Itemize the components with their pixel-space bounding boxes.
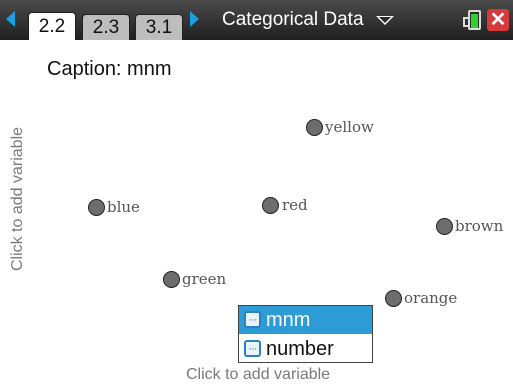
point-label: green <box>182 270 227 288</box>
point-marker[interactable] <box>385 290 402 307</box>
variable-option-label: number <box>266 338 334 360</box>
point-label: red <box>282 196 308 214</box>
top-tab-bar: 2.2 2.3 3.1 Categorical Data ✕ <box>0 0 513 40</box>
close-icon[interactable]: ✕ <box>487 9 509 31</box>
tab-2-2[interactable]: 2.2 <box>28 12 76 40</box>
chevron-down-icon[interactable] <box>376 16 394 25</box>
plot-caption: Caption: mnm <box>47 58 172 80</box>
point-marker[interactable] <box>436 218 453 235</box>
document-title[interactable]: Categorical Data <box>222 8 364 32</box>
x-axis-add-variable[interactable]: Click to add variable <box>186 366 330 384</box>
point-label: yellow <box>325 118 374 136</box>
point-label: orange <box>404 289 458 307</box>
battery-icon <box>463 10 481 30</box>
point-marker[interactable] <box>88 199 105 216</box>
point-marker[interactable] <box>262 197 279 214</box>
variable-option-mnm[interactable]: mnm <box>239 306 372 334</box>
point-label: blue <box>107 198 140 216</box>
tab-3-1[interactable]: 3.1 <box>135 14 183 40</box>
chevron-left-icon[interactable] <box>6 11 15 27</box>
list-variable-icon <box>244 306 261 334</box>
list-variable-icon <box>244 335 261 363</box>
y-axis-add-variable[interactable]: Click to add variable <box>9 99 27 299</box>
tab-2-3[interactable]: 2.3 <box>82 14 130 40</box>
variable-option-number[interactable]: number <box>239 335 372 363</box>
point-marker[interactable] <box>306 119 323 136</box>
point-label: brown <box>455 217 504 235</box>
chevron-right-icon[interactable] <box>190 11 199 27</box>
variable-option-label: mnm <box>266 309 311 331</box>
point-marker[interactable] <box>163 271 180 288</box>
variable-menu: mnm number <box>238 305 373 363</box>
